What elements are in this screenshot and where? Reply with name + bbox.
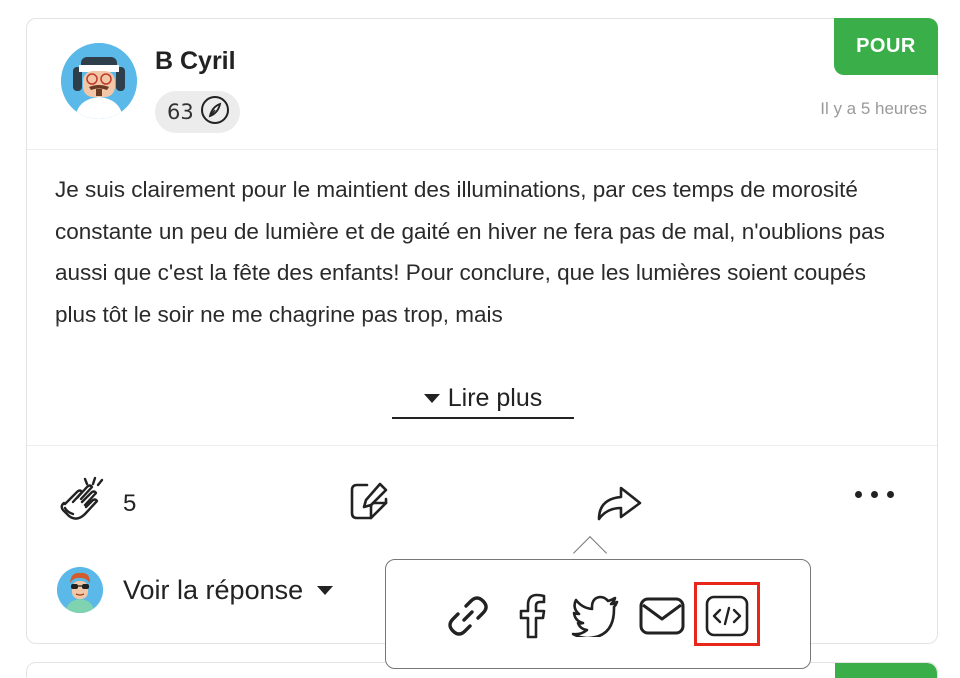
- author-score-badge: 63: [155, 91, 240, 133]
- link-icon: [444, 592, 492, 644]
- caret-down-icon: [423, 393, 440, 403]
- stance-badge: POUR: [834, 18, 938, 75]
- facebook-icon: [517, 593, 547, 643]
- share-popup: [385, 559, 811, 669]
- read-more-label: Lire plus: [447, 383, 543, 412]
- author-name[interactable]: B Cyril: [155, 47, 236, 76]
- twitter-icon: [571, 595, 621, 641]
- post-timestamp: Il y a 5 heures: [820, 99, 927, 118]
- compass-icon: [200, 95, 230, 130]
- view-reply-label: Voir la réponse: [123, 574, 304, 605]
- more-dot-icon: [887, 491, 894, 498]
- more-options-button[interactable]: [855, 491, 894, 498]
- view-reply-toggle[interactable]: Voir la réponse: [123, 574, 334, 606]
- header-divider: [27, 149, 937, 150]
- text-fade-overlay: [55, 319, 905, 369]
- share-arrow-icon: [595, 481, 645, 527]
- share-button[interactable]: [595, 481, 645, 527]
- more-dot-icon: [855, 491, 862, 498]
- action-bar: 5: [27, 469, 937, 539]
- embed-code-icon: [705, 595, 749, 641]
- clap-icon: [55, 474, 109, 533]
- write-reply-button[interactable]: [347, 479, 391, 527]
- more-dot-icon: [871, 491, 878, 498]
- footer-divider: [27, 445, 937, 446]
- share-email-button[interactable]: [636, 592, 688, 644]
- read-more-link[interactable]: Lire plus: [392, 379, 574, 419]
- reply-avatar: [57, 567, 103, 613]
- reply-row: Voir la réponse: [57, 567, 334, 613]
- caret-down-icon: [317, 585, 334, 595]
- author-score: 63: [167, 100, 194, 124]
- copy-link-button[interactable]: [442, 592, 494, 644]
- next-stance-badge: [835, 663, 937, 678]
- clap-button[interactable]: 5: [55, 474, 136, 533]
- embed-code-button[interactable]: [701, 592, 753, 644]
- mail-icon: [638, 596, 686, 640]
- opinion-card: POUR B Cyril 63 Il y a 5 heures Je suis …: [26, 18, 938, 644]
- clap-count: 5: [123, 489, 137, 517]
- share-twitter-button[interactable]: [570, 592, 622, 644]
- author-avatar[interactable]: [61, 43, 137, 119]
- share-facebook-button[interactable]: [506, 592, 558, 644]
- edit-icon: [347, 479, 391, 527]
